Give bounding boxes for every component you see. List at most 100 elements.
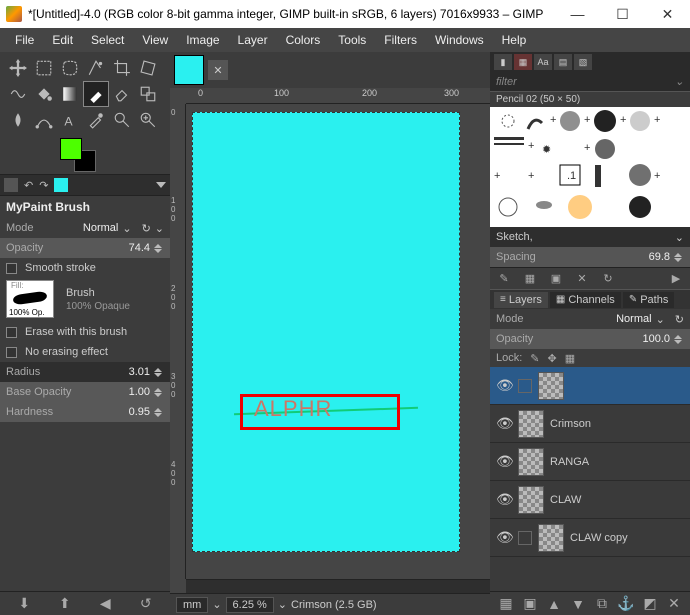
visibility-icon[interactable]: 👁 bbox=[496, 491, 512, 508]
menu-colors[interactable]: Colors bbox=[277, 29, 330, 51]
tab-layers[interactable]: ≡Layers bbox=[494, 292, 548, 308]
tab-history[interactable]: ▤ bbox=[554, 54, 572, 70]
tab-fonts[interactable]: Aa bbox=[534, 54, 552, 70]
new-group-icon[interactable]: ▣ bbox=[521, 595, 539, 612]
layer-item[interactable]: 👁 CLAW copy bbox=[490, 519, 690, 557]
layer-thumbnail[interactable] bbox=[518, 486, 544, 514]
ruler-vertical[interactable]: 0100200300400 bbox=[170, 104, 186, 579]
tool-measure[interactable] bbox=[110, 108, 134, 132]
brush-filter[interactable]: filter ⌄ bbox=[490, 72, 690, 92]
tab-tool-options[interactable] bbox=[4, 178, 18, 192]
layers-list[interactable]: 👁 👁 Crimson 👁 RANGA 👁 CLAW 👁 CLAW copy bbox=[490, 367, 690, 591]
visibility-icon[interactable]: 👁 bbox=[496, 377, 512, 394]
canvas[interactable]: ALPHR bbox=[186, 104, 490, 579]
visibility-icon[interactable]: 👁 bbox=[496, 415, 512, 432]
canvas-page[interactable] bbox=[192, 112, 460, 552]
tab-menu-icon[interactable] bbox=[156, 182, 166, 188]
radius-spinner[interactable] bbox=[154, 368, 164, 377]
chevron-down-icon[interactable]: ⌄ bbox=[675, 75, 684, 88]
restore-preset-icon[interactable]: ⬆ bbox=[56, 595, 74, 612]
minimize-button[interactable]: — bbox=[555, 0, 600, 28]
edit-brush-icon[interactable]: ✎ bbox=[496, 271, 512, 287]
tool-warp[interactable] bbox=[6, 82, 30, 106]
mode-value[interactable]: Normal bbox=[83, 222, 118, 234]
link-box[interactable] bbox=[518, 531, 532, 545]
menu-view[interactable]: View bbox=[133, 29, 177, 51]
zoom-select[interactable]: 6.25 % bbox=[226, 597, 274, 613]
tool-text[interactable]: A bbox=[58, 108, 82, 132]
ruler-horizontal[interactable]: 0 100 200 300 bbox=[186, 88, 490, 104]
opacity-spinner[interactable] bbox=[154, 244, 164, 253]
lock-pixels-icon[interactable]: ✎ bbox=[530, 352, 539, 365]
tool-clone[interactable] bbox=[136, 82, 160, 106]
hardness-spinner[interactable] bbox=[154, 408, 164, 417]
chevron-down-icon[interactable]: ⌄ bbox=[656, 313, 665, 326]
layer-item[interactable]: 👁 CLAW bbox=[490, 481, 690, 519]
scrollbar-horizontal[interactable] bbox=[186, 579, 490, 593]
undo-history-icon[interactable]: ↶ bbox=[24, 179, 33, 192]
layer-opacity-value[interactable]: 100.0 bbox=[642, 333, 670, 345]
duplicate-brush-icon[interactable]: ▣ bbox=[548, 271, 564, 287]
layer-name[interactable]: RANGA bbox=[550, 456, 589, 468]
close-button[interactable]: ✕ bbox=[645, 0, 690, 28]
spacing-value[interactable]: 69.8 bbox=[649, 251, 670, 263]
tool-eraser[interactable] bbox=[110, 82, 134, 106]
tab-paths[interactable]: ✎Paths bbox=[623, 292, 675, 308]
tool-zoom[interactable] bbox=[136, 108, 160, 132]
layer-thumbnail[interactable] bbox=[518, 448, 544, 476]
smooth-stroke-checkbox[interactable] bbox=[6, 263, 17, 274]
visibility-icon[interactable]: 👁 bbox=[496, 453, 512, 470]
tab-images[interactable] bbox=[54, 178, 68, 192]
menu-filters[interactable]: Filters bbox=[375, 29, 426, 51]
tab-gradient[interactable]: ▧ bbox=[574, 54, 592, 70]
chevron-down-icon[interactable]: ⌄ bbox=[278, 598, 287, 611]
merge-icon[interactable]: ⚓ bbox=[617, 595, 635, 612]
unit-select[interactable]: mm bbox=[176, 597, 208, 613]
brush-grid[interactable]: + + + + + ✹ + .1 + + + bbox=[490, 107, 690, 227]
delete-brush-icon[interactable]: ✕ bbox=[574, 271, 590, 287]
layer-item[interactable]: 👁 RANGA bbox=[490, 443, 690, 481]
baseop-spinner[interactable] bbox=[154, 388, 164, 397]
close-image-icon[interactable]: ✕ bbox=[208, 60, 228, 80]
tool-rotate[interactable] bbox=[136, 56, 160, 80]
menu-image[interactable]: Image bbox=[177, 29, 228, 51]
layer-name[interactable]: CLAW copy bbox=[570, 532, 628, 544]
chevron-down-icon[interactable]: ⌄ bbox=[675, 231, 684, 244]
tool-rect-select[interactable] bbox=[32, 56, 56, 80]
maximize-button[interactable]: ☐ bbox=[600, 0, 645, 28]
layer-thumbnail[interactable] bbox=[538, 372, 564, 400]
layer-thumbnail[interactable] bbox=[538, 524, 564, 552]
brush-preview[interactable]: Fill: 100% Op. bbox=[6, 280, 54, 318]
lock-alpha-icon[interactable]: ▦ bbox=[565, 352, 575, 365]
tab-brushes[interactable]: ▮ bbox=[494, 54, 512, 70]
open-as-image-icon[interactable]: ▶ bbox=[668, 271, 684, 287]
tool-bucket[interactable] bbox=[32, 82, 56, 106]
link-box[interactable] bbox=[518, 379, 532, 393]
delete-preset-icon[interactable]: ◀ bbox=[96, 595, 114, 612]
lock-position-icon[interactable]: ✥ bbox=[548, 352, 557, 365]
lower-layer-icon[interactable]: ▼ bbox=[569, 596, 587, 612]
menu-select[interactable]: Select bbox=[82, 29, 133, 51]
tool-gradient[interactable] bbox=[58, 82, 82, 106]
menu-file[interactable]: File bbox=[6, 29, 43, 51]
color-swatches[interactable] bbox=[60, 138, 104, 174]
layer-thumbnail[interactable] bbox=[518, 410, 544, 438]
redo-icon[interactable]: ↷ bbox=[39, 179, 48, 192]
tool-path[interactable] bbox=[32, 108, 56, 132]
erase-checkbox[interactable] bbox=[6, 327, 17, 338]
tab-patterns[interactable]: ▦ bbox=[514, 54, 532, 70]
tool-mypaint-brush[interactable] bbox=[84, 82, 108, 106]
foreground-color[interactable] bbox=[60, 138, 82, 160]
save-preset-icon[interactable]: ⬇ bbox=[15, 595, 33, 612]
layer-name[interactable]: Crimson bbox=[550, 418, 591, 430]
reset-preset-icon[interactable]: ↺ bbox=[137, 595, 155, 612]
spacing-spinner[interactable] bbox=[674, 253, 684, 262]
tool-move[interactable] bbox=[6, 56, 30, 80]
layer-opacity-spinner[interactable] bbox=[674, 335, 684, 344]
reset-icon[interactable]: ↻ bbox=[142, 222, 151, 235]
opacity-value[interactable]: 74.4 bbox=[129, 242, 150, 254]
layer-name[interactable]: CLAW bbox=[550, 494, 581, 506]
visibility-icon[interactable]: 👁 bbox=[496, 529, 512, 546]
chevron-down-icon[interactable]: ⌄ bbox=[212, 598, 221, 611]
mask-icon[interactable]: ◩ bbox=[641, 595, 659, 612]
